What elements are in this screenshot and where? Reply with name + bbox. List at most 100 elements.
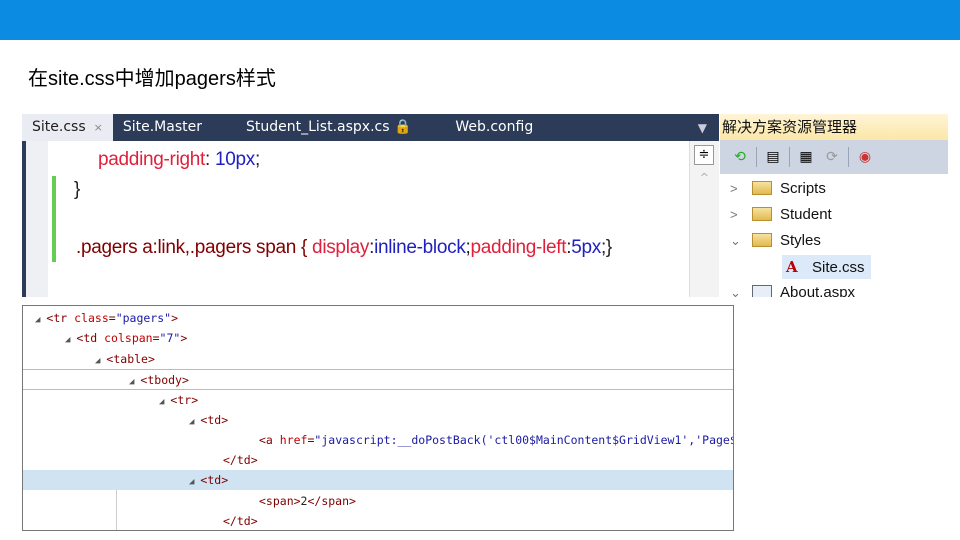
chevron-right-icon[interactable]: > (730, 177, 752, 201)
tree-node-student[interactable]: > Student (730, 203, 832, 227)
dom-node-row[interactable]: ◢ <td colspan="7"> (23, 328, 733, 348)
node-label: Site.css (812, 259, 865, 276)
code-token: inline-block (374, 237, 466, 258)
chevron-down-icon[interactable]: ⌄ (730, 281, 752, 297)
close-icon[interactable]: × (94, 121, 103, 134)
chevron-down-icon[interactable]: ⌄ (730, 229, 752, 253)
dom-token: href (279, 432, 308, 447)
dom-token: <td> (200, 473, 229, 488)
vertical-scrollbar[interactable]: ≑ ^ (689, 141, 719, 297)
slide-header-bar (0, 0, 960, 40)
dom-token: <span> (259, 493, 301, 508)
expand-triangle-icon[interactable]: ◢ (159, 397, 164, 407)
expand-triangle-icon[interactable]: ◢ (129, 377, 134, 387)
folder-icon (752, 181, 772, 195)
divider (756, 147, 757, 167)
dom-node-row[interactable]: ◢ <td> (23, 410, 733, 430)
solution-explorer-title: 解决方案资源管理器 (720, 114, 948, 140)
code-editor: Site.css × Site.Master Student_List.aspx.… (22, 114, 719, 297)
solution-explorer-toolbar: ⟲ ▤ ▦ ⟳ ◉ (720, 140, 948, 174)
code-token: padding-left (470, 237, 567, 258)
dom-token: > (171, 311, 179, 325)
tab-dropdown-icon[interactable]: ▼ (698, 121, 707, 135)
folder-icon (752, 207, 772, 221)
code-token: display (312, 237, 370, 258)
dom-node-row[interactable]: </td> (23, 450, 733, 470)
properties-icon[interactable]: ▦ (796, 148, 816, 166)
code-token: ; (255, 149, 260, 170)
tree-node-styles[interactable]: ⌄ Styles (730, 229, 821, 253)
node-label: Scripts (780, 180, 826, 197)
node-label: About.aspx (780, 284, 856, 297)
tab-web-config[interactable]: Web.config (445, 114, 543, 141)
dom-token: <table> (106, 351, 155, 366)
divider (789, 147, 790, 167)
expand-triangle-icon[interactable]: ◢ (189, 477, 194, 487)
expand-triangle-icon[interactable]: ◢ (189, 417, 194, 427)
dom-token: </td> (223, 514, 258, 528)
tab-site-master[interactable]: Site.Master (113, 114, 212, 141)
code-line: } (74, 179, 80, 201)
dom-token: class (74, 311, 109, 325)
tree-node-about[interactable]: ⌄ About.aspx (730, 281, 855, 297)
dom-inspector-tree: ◢ <tr class="pagers"> ◢ <td colspan="7"> ◢ <t… (22, 305, 734, 531)
expand-triangle-icon[interactable]: ◢ (65, 335, 70, 345)
show-all-files-icon[interactable]: ▤ (763, 148, 783, 166)
page-file-icon (752, 285, 772, 297)
code-line: padding-right: 10px; (98, 149, 260, 171)
code-token: } (74, 179, 81, 200)
change-indicator (52, 176, 56, 262)
code-token: 5px (571, 237, 601, 258)
tab-student-list[interactable]: Student_List.aspx.cs 🔒 (236, 114, 421, 141)
node-label: Student (780, 206, 832, 223)
code-token: .pagers a:link,.pagers span { (76, 237, 313, 258)
dom-token: = (152, 331, 160, 346)
split-icon[interactable]: ≑ (694, 145, 714, 165)
code-token: 10px (214, 149, 255, 170)
dom-token: <tr> (170, 393, 199, 408)
chevron-right-icon[interactable]: > (730, 203, 752, 227)
dom-token: > (180, 331, 188, 346)
code-token: padding-right (98, 149, 206, 170)
dom-node-row[interactable]: ◢ <td> (23, 470, 733, 491)
dom-token: colspan (104, 331, 153, 346)
dom-token: <td (76, 331, 105, 346)
dom-token: = (108, 311, 116, 325)
slide-title: 在site.css中增加pagers样式 (28, 68, 276, 90)
dom-token: </td> (223, 453, 258, 468)
tab-site-css[interactable]: Site.css × (22, 114, 113, 141)
open-folder-icon (752, 233, 772, 247)
solution-explorer: 解决方案资源管理器 ⟲ ▤ ▦ ⟳ ◉ > Scripts > Student ⌄ S… (720, 114, 948, 297)
dom-token: <a (259, 432, 280, 447)
dom-token: "pagers" (115, 311, 172, 325)
dom-node-row[interactable]: ◢ <tr> (23, 389, 733, 409)
dom-token: "javascript:__doPostBack('ctl00$MainCont… (314, 432, 734, 447)
code-token: : (205, 149, 215, 170)
scroll-up-icon[interactable]: ^ (700, 171, 709, 184)
expand-triangle-icon[interactable]: ◢ (95, 356, 100, 366)
dom-node-row[interactable]: <a href="javascript:__doPostBack('ctl00$… (23, 430, 733, 450)
css-file-icon: A (786, 258, 798, 276)
dom-node-row[interactable]: ◢ <tbody> (23, 368, 733, 389)
dom-node-row[interactable]: </td> (23, 511, 733, 530)
code-line: .pagers a:link,.pagers span { display:in… (76, 237, 612, 259)
dom-token: "7" (159, 331, 181, 346)
divider (848, 147, 849, 167)
tree-node-scripts[interactable]: > Scripts (730, 177, 826, 201)
code-token: ;} (600, 237, 612, 258)
refresh-icon[interactable]: ⟳ (822, 148, 842, 166)
dom-node-row[interactable]: ◢ <tr class="pagers"> (23, 308, 733, 328)
dom-token: <td> (200, 412, 229, 427)
view-class-diagram-icon[interactable]: ◉ (855, 148, 875, 166)
dom-token: </span> (307, 493, 356, 508)
editor-tabs: Site.css × Site.Master Student_List.aspx.… (22, 114, 719, 141)
tree-node-site-css[interactable]: A Site.css (782, 255, 871, 279)
tab-label: Site.css (32, 119, 86, 135)
editor-body[interactable]: padding-right: 10px; } .pagers a:link,.p… (26, 141, 719, 297)
expand-triangle-icon[interactable]: ◢ (35, 315, 40, 325)
node-label: Styles (780, 232, 821, 249)
dom-node-row[interactable]: <span>2</span> (23, 491, 733, 511)
sync-icon[interactable]: ⟲ (730, 148, 750, 166)
dom-node-row[interactable]: ◢ <table> (23, 349, 733, 369)
dom-token: <tbody> (140, 372, 189, 387)
